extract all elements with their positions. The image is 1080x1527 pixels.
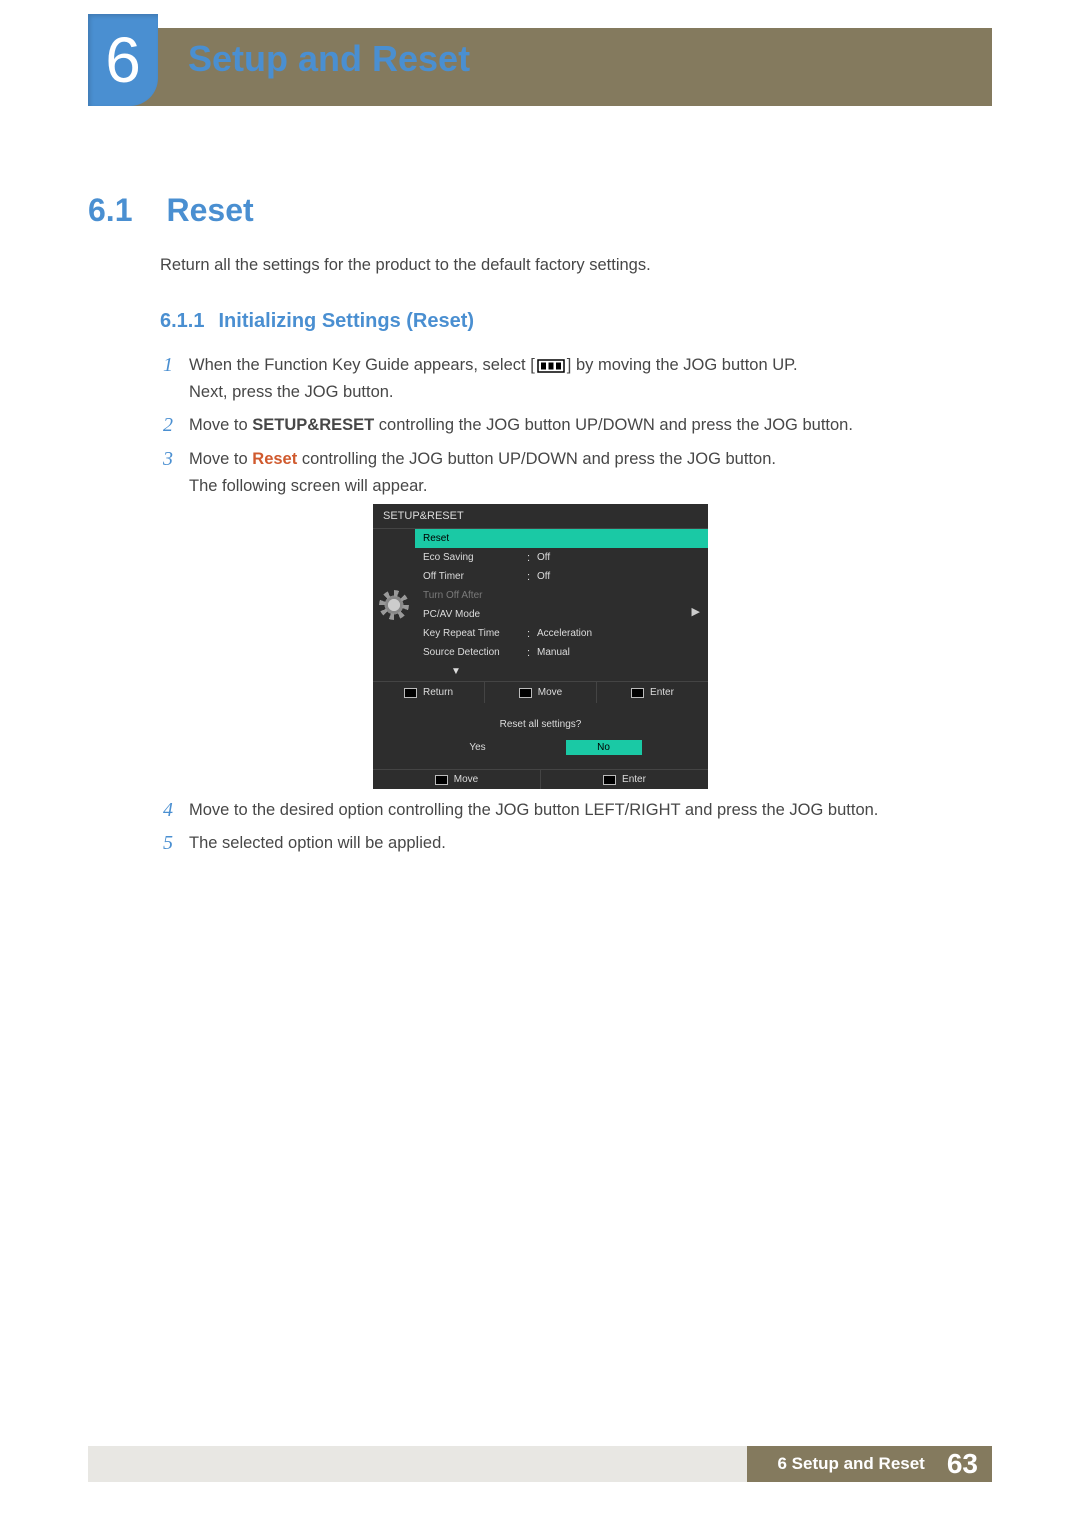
osd-item-source-detection[interactable]: Source Detection : Manual: [415, 643, 708, 662]
page-footer: 6 Setup and Reset 63: [88, 1446, 992, 1482]
dialog-footer: Move Enter: [373, 769, 708, 789]
step-text: Move to: [189, 416, 252, 434]
osd-header: SETUP&RESET: [373, 504, 708, 529]
move-icon: [519, 688, 532, 698]
osd-item-eco-saving[interactable]: Eco Saving : Off: [415, 548, 708, 567]
return-icon: [404, 688, 417, 698]
footer-chapter-label: 6 Setup and Reset: [747, 1446, 940, 1482]
section-intro: Return all the settings for the product …: [160, 256, 651, 275]
subsection-title: Initializing Settings (Reset): [218, 310, 474, 332]
step-number: 1: [163, 352, 189, 406]
osd-item-label: PC/AV Mode: [423, 609, 527, 620]
osd-item-label: Turn Off After: [423, 590, 527, 601]
move-icon: [435, 775, 448, 785]
osd-sidebar: [373, 529, 415, 681]
osd-item-key-repeat-time[interactable]: Key Repeat Time : Acceleration: [415, 624, 708, 643]
osd-item-value: Off: [537, 552, 700, 563]
step-text: controlling the JOG button UP/DOWN and p…: [297, 450, 776, 468]
footer-page-number: 63: [941, 1446, 992, 1482]
osd-footer-move[interactable]: Move: [485, 682, 597, 703]
step-text: The selected option will be applied.: [189, 830, 988, 857]
step-number: 2: [163, 412, 189, 439]
footer-spacer: [88, 1446, 747, 1482]
step-text: controlling the JOG button UP/DOWN and p…: [374, 416, 853, 434]
osd-item-label: Key Repeat Time: [423, 628, 527, 639]
reset-dialog: Reset all settings? Yes No Move Enter: [373, 703, 708, 789]
osd-colon: :: [527, 647, 537, 659]
dialog-footer-label: Move: [454, 774, 478, 785]
step-3: 3 Move to Reset controlling the JOG butt…: [163, 446, 988, 500]
osd-list: Reset Eco Saving : Off Off Timer : Off T…: [415, 529, 708, 681]
step-4: 4 Move to the desired option controlling…: [163, 797, 988, 824]
step-text: Move to the desired option controlling t…: [189, 797, 988, 824]
dialog-buttons: Yes No: [373, 740, 708, 769]
osd-item-turn-off-after: Turn Off After: [415, 586, 708, 605]
step-highlight: Reset: [252, 450, 297, 468]
dialog-footer-enter[interactable]: Enter: [541, 770, 708, 789]
osd-item-reset[interactable]: Reset: [415, 529, 708, 548]
osd-item-label: Reset: [423, 533, 527, 544]
osd-footer-enter[interactable]: Enter: [597, 682, 708, 703]
step-text: Move to: [189, 450, 252, 468]
chapter-title: Setup and Reset: [188, 38, 470, 80]
osd-footer-return[interactable]: Return: [373, 682, 485, 703]
enter-icon: [631, 688, 644, 698]
osd-colon: :: [527, 628, 537, 640]
osd-footer-label: Return: [423, 687, 453, 698]
step-5: 5 The selected option will be applied.: [163, 830, 988, 857]
enter-icon: [603, 775, 616, 785]
step-text: When the Function Key Guide appears, sel…: [189, 356, 530, 374]
osd-item-value: Acceleration: [537, 628, 700, 639]
osd-item-value: Manual: [537, 647, 700, 658]
step-number: 5: [163, 830, 189, 857]
gear-icon: [382, 593, 406, 617]
step-text: The following screen will appear.: [189, 473, 988, 500]
dialog-footer-label: Enter: [622, 774, 646, 785]
step-text: Next, press the JOG button.: [189, 379, 988, 406]
section-number: 6.1: [88, 192, 132, 229]
step-1: 1 When the Function Key Guide appears, s…: [163, 352, 988, 406]
step-number: 3: [163, 446, 189, 500]
osd-item-label: Off Timer: [423, 571, 527, 582]
section-heading: 6.1 Reset: [88, 192, 254, 229]
section-title: Reset: [166, 192, 253, 229]
subsection-number: 6.1.1: [160, 310, 204, 332]
osd-footer: Return Move Enter: [373, 681, 708, 703]
dialog-footer-move[interactable]: Move: [373, 770, 541, 789]
step-number: 4: [163, 797, 189, 824]
steps-lower: 4 Move to the desired option controlling…: [163, 797, 988, 863]
dialog-no-button[interactable]: No: [566, 740, 642, 755]
osd-item-pc-av-mode[interactable]: PC/AV Mode: [415, 605, 708, 624]
osd-item-off-timer[interactable]: Off Timer : Off: [415, 567, 708, 586]
osd-footer-label: Enter: [650, 687, 674, 698]
chapter-number: 6: [105, 28, 141, 92]
step-bold: SETUP&RESET: [252, 416, 374, 434]
chapter-tab: 6: [88, 14, 158, 106]
step-text: by moving the JOG button UP.: [571, 356, 797, 374]
step-2: 2 Move to SETUP&RESET controlling the JO…: [163, 412, 988, 439]
dialog-yes-button[interactable]: Yes: [440, 740, 516, 755]
osd-footer-label: Move: [538, 687, 562, 698]
osd-scroll-down[interactable]: ▼: [415, 662, 708, 681]
subsection-heading: 6.1.1 Initializing Settings (Reset): [160, 310, 474, 333]
steps-upper: 1 When the Function Key Guide appears, s…: [163, 352, 988, 506]
osd-item-label: Eco Saving: [423, 552, 527, 563]
osd-menu: SETUP&RESET Reset Eco Saving : Off Off T…: [373, 504, 708, 703]
osd-item-label: Source Detection: [423, 647, 527, 658]
chevron-right-icon: ▶: [692, 605, 700, 618]
osd-colon: :: [527, 552, 537, 564]
dialog-question: Reset all settings?: [373, 703, 708, 740]
osd-colon: :: [527, 571, 537, 583]
osd-item-value: Off: [537, 571, 700, 582]
menu-icon: [537, 359, 565, 373]
